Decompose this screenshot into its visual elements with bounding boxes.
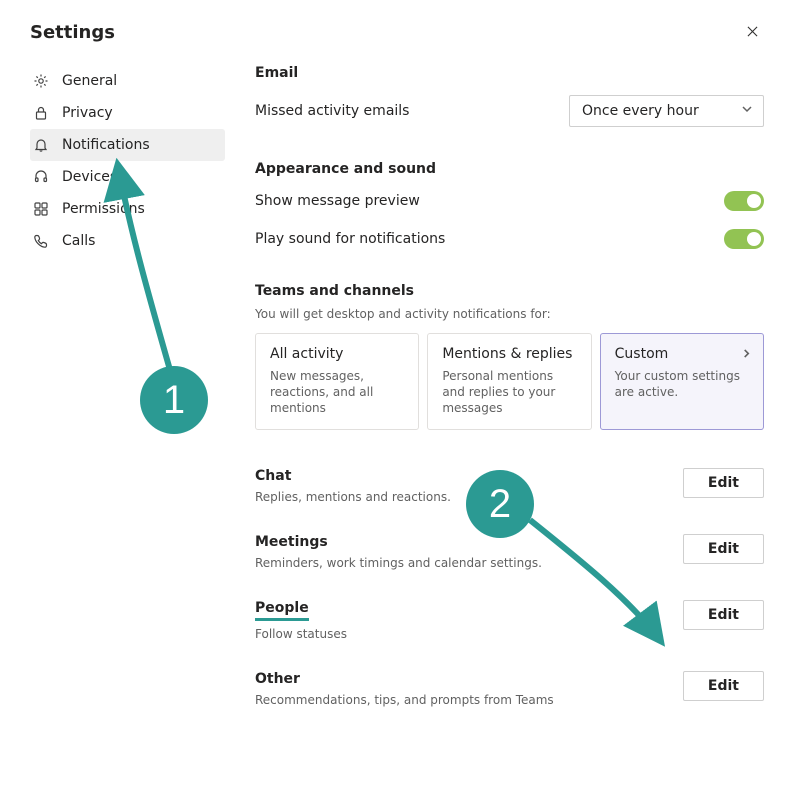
headset-icon xyxy=(32,168,50,186)
card-desc: Your custom settings are active. xyxy=(615,368,751,400)
sidebar: General Privacy Notifications Devices xyxy=(30,65,225,733)
teams-card-mentions[interactable]: Mentions & replies Personal mentions and… xyxy=(427,333,591,430)
gear-icon xyxy=(32,72,50,90)
sidebar-item-devices[interactable]: Devices xyxy=(30,161,225,193)
edit-other-button[interactable]: Edit xyxy=(683,671,764,701)
category-people-desc: Follow statuses xyxy=(255,627,347,641)
appearance-heading: Appearance and sound xyxy=(255,161,764,177)
preview-label: Show message preview xyxy=(255,193,420,209)
page-title: Settings xyxy=(30,22,115,43)
apps-icon xyxy=(32,200,50,218)
sidebar-item-permissions[interactable]: Permissions xyxy=(30,193,225,225)
bell-icon xyxy=(32,136,50,154)
close-button[interactable] xyxy=(742,23,762,43)
card-title: All activity xyxy=(270,346,343,362)
category-meetings-desc: Reminders, work timings and calendar set… xyxy=(255,556,542,570)
lock-icon xyxy=(32,104,50,122)
missed-emails-label: Missed activity emails xyxy=(255,103,409,119)
category-other-desc: Recommendations, tips, and prompts from … xyxy=(255,693,554,707)
teams-heading: Teams and channels xyxy=(255,283,764,299)
edit-chat-button[interactable]: Edit xyxy=(683,468,764,498)
sidebar-item-label: Devices xyxy=(62,169,117,185)
sound-toggle[interactable] xyxy=(724,229,764,249)
sidebar-item-label: General xyxy=(62,73,117,89)
missed-emails-select[interactable]: Once every hour xyxy=(569,95,764,127)
card-title: Mentions & replies xyxy=(442,346,572,362)
missed-emails-value: Once every hour xyxy=(582,103,699,119)
card-desc: Personal mentions and replies to your me… xyxy=(442,368,578,417)
sidebar-item-label: Calls xyxy=(62,233,95,249)
chevron-down-icon xyxy=(741,103,753,119)
phone-icon xyxy=(32,232,50,250)
category-other-title: Other xyxy=(255,671,554,687)
teams-card-custom[interactable]: Custom Your custom settings are active. xyxy=(600,333,764,430)
close-icon xyxy=(747,25,758,41)
teams-subtext: You will get desktop and activity notifi… xyxy=(255,307,764,321)
sound-label: Play sound for notifications xyxy=(255,231,445,247)
category-chat-desc: Replies, mentions and reactions. xyxy=(255,490,451,504)
edit-people-button[interactable]: Edit xyxy=(683,600,764,630)
sidebar-item-general[interactable]: General xyxy=(30,65,225,97)
sidebar-item-label: Permissions xyxy=(62,201,145,217)
chevron-right-icon xyxy=(742,346,751,362)
email-heading: Email xyxy=(255,65,764,81)
sidebar-item-notifications[interactable]: Notifications xyxy=(30,129,225,161)
card-title: Custom xyxy=(615,346,669,362)
category-meetings-title: Meetings xyxy=(255,534,542,550)
card-desc: New messages, reactions, and all mention… xyxy=(270,368,406,417)
sidebar-item-calls[interactable]: Calls xyxy=(30,225,225,257)
teams-card-all-activity[interactable]: All activity New messages, reactions, an… xyxy=(255,333,419,430)
sidebar-item-privacy[interactable]: Privacy xyxy=(30,97,225,129)
sidebar-item-label: Privacy xyxy=(62,105,113,121)
category-people-title: People xyxy=(255,600,309,621)
edit-meetings-button[interactable]: Edit xyxy=(683,534,764,564)
preview-toggle[interactable] xyxy=(724,191,764,211)
category-chat-title: Chat xyxy=(255,468,451,484)
sidebar-item-label: Notifications xyxy=(62,137,150,153)
